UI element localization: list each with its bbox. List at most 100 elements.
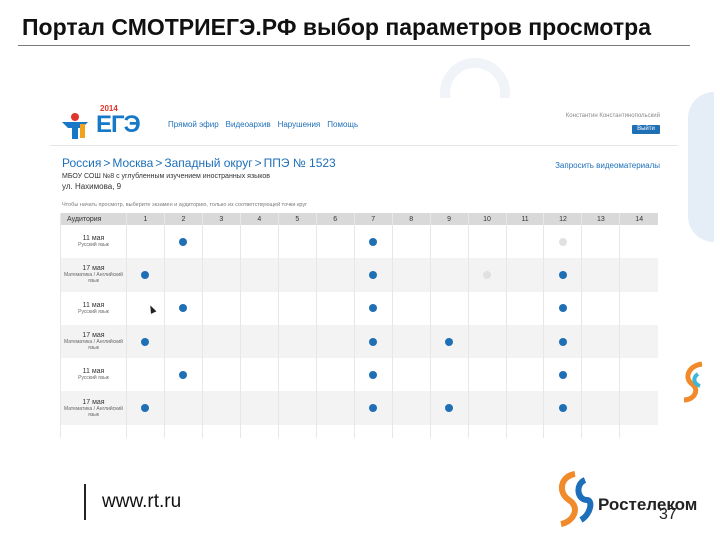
camera-available-dot[interactable] [445, 337, 454, 346]
auditorium-cell [163, 291, 203, 325]
camera-available-dot[interactable] [558, 270, 567, 279]
auditorium-cell [543, 225, 582, 259]
breadcrumb: Россия > Москва > Западный округ > ППЭ № 1523 [62, 156, 336, 170]
nav-archive[interactable]: Видеоархив [226, 120, 271, 129]
auditorium-cell [315, 225, 355, 259]
auditorium-cell [505, 225, 544, 259]
auditorium-cell [315, 291, 355, 325]
auditorium-cell [163, 225, 203, 259]
auditorium-cell [391, 225, 431, 259]
auditorium-cell [201, 324, 241, 359]
camera-available-dot[interactable] [558, 370, 567, 379]
camera-available-dot[interactable] [179, 237, 188, 246]
auditorium-cell [277, 225, 317, 259]
auditorium-cell [391, 324, 431, 359]
column-header-7: 7 [353, 213, 393, 225]
camera-available-dot[interactable] [141, 270, 150, 279]
nav-live[interactable]: Прямой эфир [168, 120, 219, 129]
column-header-1: 1 [126, 213, 165, 225]
auditorium-cell [505, 258, 544, 292]
exam-subjects: Русский язык [78, 242, 109, 249]
camera-available-dot[interactable] [445, 404, 454, 413]
auditorium-cell [126, 225, 165, 259]
column-header-5: 5 [277, 213, 317, 225]
exam-label: 11 мая Русский язык [60, 358, 127, 392]
column-header-auditorium: Аудитория [60, 213, 127, 225]
auditorium-cell [126, 291, 165, 325]
request-video-link[interactable]: Запросить видеоматериалы [555, 161, 660, 170]
auditorium-cell [239, 358, 279, 392]
rostelecom-logo-icon [558, 471, 594, 527]
exam-subjects: Русский язык [78, 375, 109, 382]
auditorium-cell [543, 424, 582, 438]
camera-available-dot[interactable] [558, 304, 567, 313]
auditorium-cell [429, 391, 469, 425]
auditorium-cell [619, 324, 658, 359]
auditorium-cell [619, 391, 658, 425]
table-row: 17 мая Математика / Английский язык [60, 391, 658, 425]
page-number: 37 [659, 506, 677, 523]
auditorium-cell [543, 358, 582, 392]
column-header-9: 9 [429, 213, 469, 225]
auditorium-cell [391, 258, 431, 292]
exam-date: 17 мая [82, 398, 105, 406]
auditorium-cell [126, 358, 165, 392]
auditorium-cell [543, 324, 582, 359]
camera-inactive-dot [483, 270, 492, 279]
exam-label: 11 мая Русский язык [60, 291, 127, 325]
exam-label: 11 мая [60, 424, 127, 438]
auditorium-cell [163, 424, 203, 438]
auditorium-cell [429, 291, 469, 325]
table-row: 17 мая Математика / Английский язык [60, 258, 658, 292]
portal-screenshot: 2014 ЕГЭ Прямой эфир Видеоархив Нарушени… [50, 98, 678, 438]
auditorium-cell [429, 358, 469, 392]
column-header-13: 13 [581, 213, 620, 225]
auditorium-cell [315, 358, 355, 392]
camera-available-dot[interactable] [369, 337, 378, 346]
camera-available-dot[interactable] [369, 370, 378, 379]
school-name: МБОУ СОШ №8 с углубленным изучением инос… [62, 173, 270, 180]
exam-date: 17 мая [82, 332, 105, 340]
auditorium-cell [163, 258, 203, 292]
slide-title: Портал СМОТРИЕГЭ.РФ выбор параметров про… [22, 14, 652, 40]
camera-available-dot[interactable] [179, 304, 188, 313]
exam-label: 17 мая Математика / Английский язык [60, 324, 127, 359]
camera-available-dot[interactable] [141, 404, 150, 413]
auditorium-cell [126, 324, 165, 359]
camera-available-dot[interactable] [369, 304, 378, 313]
title-divider [18, 45, 690, 46]
auditorium-cell [201, 258, 241, 292]
auditorium-cell [239, 324, 279, 359]
auditorium-cell [429, 324, 469, 359]
exit-button[interactable]: Выйти [632, 125, 660, 134]
footer-divider [84, 484, 86, 520]
decor-shape [688, 92, 714, 242]
auditorium-cell [581, 291, 620, 325]
main-nav: Прямой эфир Видеоархив Нарушения Помощь [168, 120, 358, 129]
column-header-3: 3 [201, 213, 241, 225]
camera-available-dot[interactable] [369, 270, 378, 279]
breadcrumb-separator: > [155, 156, 163, 170]
school-address: ул. Нахимова, 9 [62, 182, 122, 191]
exam-subjects: Математика / Английский язык [64, 339, 123, 352]
breadcrumb-city[interactable]: Москва [112, 156, 153, 170]
auditorium-cell [126, 258, 165, 292]
camera-available-dot[interactable] [369, 404, 378, 413]
auditorium-cell [391, 358, 431, 392]
auditorium-cell [315, 424, 355, 438]
camera-available-dot[interactable] [369, 237, 378, 246]
camera-available-dot[interactable] [558, 404, 567, 413]
camera-available-dot[interactable] [141, 337, 150, 346]
auditorium-cell [581, 391, 620, 425]
auditorium-cell [505, 424, 544, 438]
camera-available-dot[interactable] [179, 370, 188, 379]
exam-date: 11 мая [82, 301, 105, 309]
auditorium-cell [543, 258, 582, 292]
camera-available-dot[interactable] [558, 337, 567, 346]
nav-help[interactable]: Помощь [327, 120, 358, 129]
breadcrumb-country[interactable]: Россия [62, 156, 101, 170]
breadcrumb-district[interactable]: Западный округ [164, 156, 252, 170]
auditorium-cell [619, 358, 658, 392]
auditorium-cell [315, 324, 355, 359]
nav-violations[interactable]: Нарушения [278, 120, 321, 129]
